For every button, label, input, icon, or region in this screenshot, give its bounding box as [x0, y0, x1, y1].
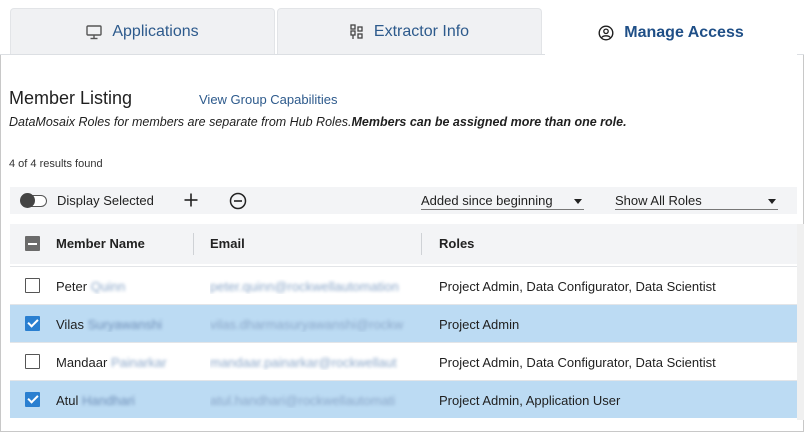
- roles-note-italic: DataMosaix Roles for members are separat…: [9, 115, 352, 129]
- tab-divider: [797, 54, 804, 55]
- tab-divider: [0, 54, 545, 55]
- roles-filter-dropdown[interactable]: Show All Roles: [615, 190, 778, 210]
- chevron-down-icon: [768, 199, 776, 204]
- member-first-name: Peter: [56, 279, 88, 294]
- tab-manage-access[interactable]: Manage Access: [545, 10, 797, 55]
- member-first-name: Vilas: [56, 317, 84, 332]
- member-email: atul.handhari@rockwellautomati: [210, 393, 396, 408]
- chevron-down-icon: [574, 199, 582, 204]
- roles-note: DataMosaix Roles for members are separat…: [9, 115, 627, 129]
- member-last-name: Quinn: [90, 279, 126, 294]
- tab-applications[interactable]: Applications: [10, 8, 275, 55]
- display-selected-toggle[interactable]: [20, 193, 47, 208]
- member-roles: Project Admin: [439, 317, 520, 332]
- member-last-name: Painarkar: [110, 355, 167, 370]
- row-checkbox[interactable]: [25, 392, 40, 407]
- tab-extractor-info[interactable]: Extractor Info: [277, 8, 542, 55]
- member-first-name: Atul: [56, 393, 79, 408]
- display-selected-label: Display Selected: [57, 193, 154, 208]
- results-count: 4 of 4 results found: [9, 158, 103, 170]
- user-circle-icon: [598, 25, 614, 41]
- member-roles: Project Admin, Application User: [439, 393, 621, 408]
- member-last-name: Suryawanshi: [87, 317, 163, 332]
- member-email-cell: mandaar.painarkar@rockwellaut: [210, 355, 415, 370]
- row-checkbox[interactable]: [25, 278, 40, 293]
- member-roles: Project Admin, Data Configurator, Data S…: [439, 355, 716, 370]
- column-header-email[interactable]: Email: [210, 236, 245, 251]
- member-name: Mandaar Painarkar: [56, 355, 186, 370]
- tab-label: Manage Access: [624, 24, 744, 41]
- member-email: mandaar.painarkar@rockwellaut: [210, 355, 397, 370]
- select-all-checkbox[interactable]: [25, 236, 40, 251]
- view-group-capabilities-link[interactable]: View Group Capabilities: [199, 92, 338, 107]
- member-email-cell: atul.handhari@rockwellautomati: [210, 393, 415, 408]
- remove-member-button[interactable]: [228, 191, 248, 211]
- table-header: Member Name Email Roles: [10, 224, 797, 264]
- plus-icon: [184, 193, 198, 207]
- member-email-cell: peter.quinn@rockwellautomation: [210, 279, 415, 294]
- table-scrollbar[interactable]: [797, 224, 804, 420]
- roles-note-bold: Members can be assigned more than one ro…: [351, 115, 627, 129]
- extractor-icon: [350, 24, 364, 40]
- added-since-dropdown[interactable]: Added since beginning: [421, 190, 584, 210]
- member-name: Peter Quinn: [56, 279, 186, 294]
- member-email: peter.quinn@rockwellautomation: [210, 279, 399, 294]
- table-row[interactable]: Vilas Suryawanshi vilas.dharmasuryawansh…: [10, 304, 797, 342]
- column-divider: [421, 233, 422, 255]
- member-last-name: Handhari: [82, 393, 135, 408]
- page-title: Member Listing: [9, 88, 133, 108]
- monitor-icon: [86, 24, 103, 40]
- member-email: vilas.dharmasuryawanshi@rockw: [210, 317, 404, 332]
- minus-circle-icon: [229, 192, 247, 210]
- toolbar: Display Selected Added since beginning S…: [10, 187, 797, 214]
- member-name: Vilas Suryawanshi: [56, 317, 186, 332]
- column-header-roles[interactable]: Roles: [439, 236, 474, 251]
- tab-bar: Applications Extractor Info Manage Acces…: [0, 0, 804, 55]
- table-row[interactable]: Peter Quinn peter.quinn@rockwellautomati…: [10, 266, 797, 304]
- tab-label: Extractor Info: [373, 23, 470, 40]
- roles-filter-value: Show All Roles: [615, 193, 702, 208]
- row-checkbox[interactable]: [25, 354, 40, 369]
- added-since-value: Added since beginning: [421, 193, 553, 208]
- member-roles: Project Admin, Data Configurator, Data S…: [439, 279, 716, 294]
- member-email-cell: vilas.dharmasuryawanshi@rockw: [210, 317, 415, 332]
- toggle-knob: [20, 193, 35, 208]
- add-member-button[interactable]: [181, 190, 201, 210]
- tab-label: Applications: [112, 23, 199, 40]
- table-row[interactable]: Mandaar Painarkar mandaar.painarkar@rock…: [10, 342, 797, 380]
- member-first-name: Mandaar: [56, 355, 108, 370]
- table-row[interactable]: Atul Handhari atul.handhari@rockwellauto…: [10, 380, 797, 418]
- row-checkbox[interactable]: [25, 316, 40, 331]
- member-name: Atul Handhari: [56, 393, 186, 408]
- column-divider: [193, 233, 194, 255]
- column-header-member-name[interactable]: Member Name: [56, 236, 145, 251]
